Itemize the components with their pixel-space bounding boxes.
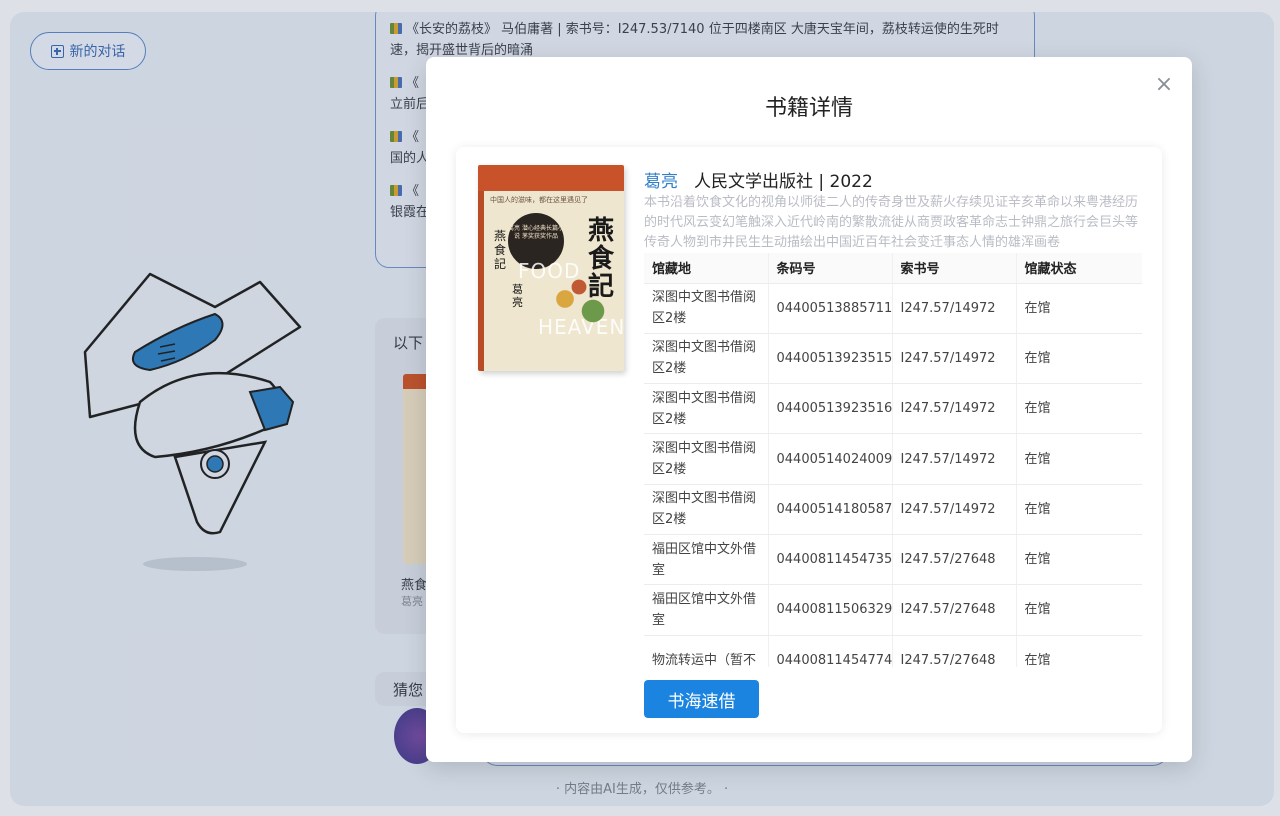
header-call-number: 索书号 <box>892 253 1017 284</box>
cell-barcode: 04400811506329 <box>768 584 893 636</box>
cell-status: 在馆 <box>1016 433 1142 485</box>
cell-status: 在馆 <box>1016 383 1142 435</box>
table-row: 福田区馆中文外借室 04400811506329 I247.57/27648 在馆 <box>644 584 1142 636</box>
table-row: 深图中文图书借阅区2楼 04400513923515 I247.57/14972 在馆 <box>644 333 1142 385</box>
cell-status: 在馆 <box>1016 283 1142 334</box>
table-row: 深图中文图书借阅区2楼 04400513923516 I247.57/14972 在馆 <box>644 383 1142 435</box>
header-barcode: 条码号 <box>768 253 893 284</box>
table-row: 深图中文图书借阅区2楼 04400514180587 I247.57/14972 在馆 <box>644 484 1142 535</box>
cell-status: 在馆 <box>1016 484 1142 535</box>
table-row: 深图中文图书借阅区2楼 04400513885711 I247.57/14972 在馆 <box>644 283 1142 334</box>
cell-barcode: 04400811454735 <box>768 534 893 586</box>
cell-location: 深图中文图书借阅区2楼 <box>644 283 769 334</box>
cell-call-number: I247.57/27648 <box>892 534 1017 586</box>
cell-location: 深图中文图书借阅区2楼 <box>644 333 769 385</box>
cell-call-number: I247.57/27648 <box>892 635 1017 667</box>
cell-status: 在馆 <box>1016 333 1142 385</box>
author-link[interactable]: 葛亮 <box>644 167 678 192</box>
cell-call-number: I247.57/14972 <box>892 283 1017 334</box>
cell-location: 深图中文图书借阅区2楼 <box>644 484 769 535</box>
table-row: 物流转运中（暂不 04400811454774 I247.57/27648 在馆 <box>644 635 1142 667</box>
publisher-year: 人民文学出版社 | 2022 <box>694 172 873 192</box>
cell-barcode: 04400514180587 <box>768 484 893 535</box>
close-icon[interactable]: × <box>1152 73 1176 97</box>
cell-status: 在馆 <box>1016 534 1142 586</box>
header-status: 馆藏状态 <box>1016 253 1142 284</box>
cell-location: 深图中文图书借阅区2楼 <box>644 383 769 435</box>
header-location: 馆藏地 <box>644 253 769 284</box>
cover-title: 燕食記 <box>588 216 615 302</box>
cell-call-number: I247.57/14972 <box>892 383 1017 435</box>
cell-status: 在馆 <box>1016 635 1142 667</box>
holdings-table[interactable]: 馆藏地 条码号 索书号 馆藏状态 深图中文图书借阅区2楼 044005138857… <box>644 253 1142 667</box>
table-header-row: 馆藏地 条码号 索书号 馆藏状态 <box>644 253 1142 284</box>
cell-barcode: 04400513923516 <box>768 383 893 435</box>
cell-barcode: 04400811454774 <box>768 635 893 667</box>
book-detail-modal: 书籍详情 × 中国人的滋味，都在这里遇见了 葛亮 潜心经典长篇小说 茅奖获奖作品… <box>426 57 1192 762</box>
cell-call-number: I247.57/14972 <box>892 433 1017 485</box>
cell-status: 在馆 <box>1016 584 1142 636</box>
book-detail-card: 中国人的滋味，都在这里遇见了 葛亮 潜心经典长篇小说 茅奖获奖作品 FOOD H… <box>456 147 1162 733</box>
cell-location: 深图中文图书借阅区2楼 <box>644 433 769 485</box>
table-row: 福田区馆中文外借室 04400811454735 I247.57/27648 在馆 <box>644 534 1142 586</box>
book-cover: 中国人的滋味，都在这里遇见了 葛亮 潜心经典长篇小说 茅奖获奖作品 FOOD H… <box>478 165 624 371</box>
cell-location: 福田区馆中文外借室 <box>644 534 769 586</box>
cell-location: 福田区馆中文外借室 <box>644 584 769 636</box>
cell-call-number: I247.57/14972 <box>892 484 1017 535</box>
cell-call-number: I247.57/14972 <box>892 333 1017 385</box>
table-row: 深图中文图书借阅区2楼 04400514024009 I247.57/14972 在馆 <box>644 433 1142 485</box>
cell-call-number: I247.57/27648 <box>892 584 1017 636</box>
cell-location: 物流转运中（暂不 <box>644 635 769 667</box>
cell-barcode: 04400513885711 <box>768 283 893 334</box>
cell-barcode: 04400513923515 <box>768 333 893 385</box>
cell-barcode: 04400514024009 <box>768 433 893 485</box>
quick-borrow-button[interactable]: 书海速借 <box>644 680 759 718</box>
book-summary: 本书沿着饮食文化的视角以师徒二人的传奇身世及薪火存续见证辛亥革命以来粤港经历的时… <box>644 195 1139 250</box>
modal-title: 书籍详情 <box>764 96 853 121</box>
